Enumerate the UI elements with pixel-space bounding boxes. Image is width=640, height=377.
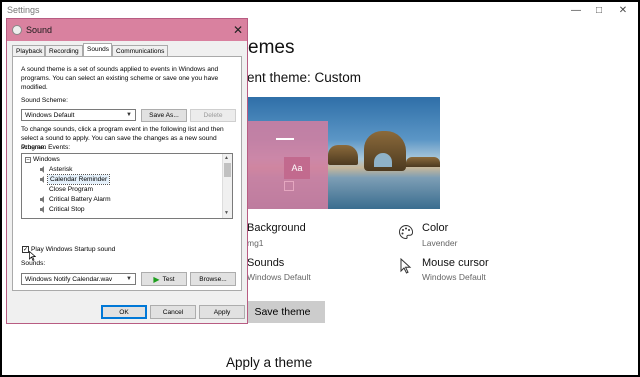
speaker-app-icon (12, 25, 22, 35)
tab-playback[interactable]: Playback (12, 45, 45, 56)
close-button[interactable]: ✕ (615, 3, 631, 17)
save-theme-button[interactable]: Save theme (240, 301, 325, 323)
current-theme-heading: ent theme: Custom (247, 70, 362, 85)
list-item-asterisk[interactable]: Asterisk (49, 165, 72, 174)
sound-dialog-title: Sound (26, 25, 53, 35)
preview-rock-small (328, 145, 358, 165)
apply-button[interactable]: Apply (199, 305, 245, 319)
program-events-list[interactable]: – Windows Asterisk Calendar Reminder Clo… (21, 153, 233, 219)
list-item-critical-stop[interactable]: Critical Stop (49, 205, 85, 214)
sound-scheme-value: Windows Default (25, 112, 75, 119)
scroll-thumb[interactable] (224, 163, 231, 177)
speaker-icon (40, 206, 44, 213)
maximize-button[interactable]: □ (591, 3, 607, 17)
list-item-windows[interactable]: Windows (33, 155, 60, 164)
scroll-down-icon[interactable]: ▼ (224, 210, 229, 216)
sound-file-select[interactable]: Windows Notify Calendar.wav ▼ (21, 273, 136, 285)
sound-dialog: Sound ✕ Playback Recording Sounds Commun… (6, 18, 248, 324)
sounds-title: Sounds (247, 257, 285, 269)
events-scrollbar[interactable]: ▲ ▼ (222, 154, 232, 218)
settings-titlebar: Settings — □ ✕ (2, 2, 638, 18)
apply-theme-heading: Apply a theme (226, 355, 313, 370)
speaker-icon (40, 166, 44, 173)
mouse-cursor-title: Mouse cursor (422, 257, 489, 269)
sound-file-value: Windows Notify Calendar.wav (25, 276, 113, 283)
play-icon: ▶ (153, 274, 160, 284)
color-title: Color (422, 222, 449, 234)
chevron-down-icon: ▼ (126, 112, 132, 118)
sounds-label: Sounds: (21, 260, 46, 267)
save-as-button[interactable]: Save As... (141, 109, 187, 122)
settings-title: Settings (7, 5, 40, 15)
tab-recording[interactable]: Recording (45, 45, 83, 56)
mouse-cursor-value: Windows Default (422, 272, 486, 282)
sound-scheme-select[interactable]: Windows Default ▼ (21, 109, 136, 121)
minimize-button[interactable]: — (568, 3, 584, 17)
speaker-icon (40, 196, 44, 203)
list-item-close-program[interactable]: Close Program (49, 185, 93, 194)
tab-communications[interactable]: Communications (112, 45, 168, 56)
theme-preview: Aa (240, 97, 440, 209)
palette-icon (399, 224, 413, 240)
sound-dialog-titlebar: Sound ✕ (7, 19, 247, 41)
cancel-button[interactable]: Cancel (150, 305, 196, 319)
test-button[interactable]: ▶ Test (141, 272, 187, 286)
background-value: mg1 (247, 238, 264, 248)
page-title: emes (248, 37, 295, 58)
preview-titlebar (276, 138, 294, 140)
scroll-up-icon[interactable]: ▲ (224, 155, 229, 161)
sound-scheme-label: Sound Scheme: (21, 97, 68, 104)
color-value: Lavender (422, 238, 458, 248)
browse-button[interactable]: Browse... (190, 272, 236, 286)
delete-button[interactable]: Delete (190, 109, 236, 122)
cursor-icon (400, 258, 412, 274)
sounds-value: Windows Default (247, 272, 311, 282)
preview-text-sample: Aa (284, 157, 310, 179)
background-title: Background (247, 222, 306, 234)
speaker-icon (40, 176, 44, 183)
preview-rock-right (406, 157, 440, 167)
preview-checkbox (284, 181, 294, 191)
list-item-critical-battery-alarm[interactable]: Critical Battery Alarm (49, 195, 111, 204)
startup-sound-checkbox[interactable]: ✓ (22, 246, 29, 253)
tab-sounds[interactable]: Sounds (83, 43, 112, 56)
test-button-label: Test (162, 275, 175, 283)
preview-arch (374, 153, 392, 167)
dialog-close-icon[interactable]: ✕ (233, 23, 243, 37)
ok-button[interactable]: OK (101, 305, 147, 319)
list-item-calendar-reminder[interactable]: Calendar Reminder (46, 174, 111, 185)
collapse-icon[interactable]: – (25, 157, 31, 163)
program-events-label: Program Events: (21, 144, 71, 151)
chevron-down-icon: ▼ (126, 276, 132, 282)
scheme-intro-text: A sound theme is a set of sounds applied… (21, 66, 219, 91)
startup-sound-label: Play Windows Startup sound (31, 246, 116, 253)
